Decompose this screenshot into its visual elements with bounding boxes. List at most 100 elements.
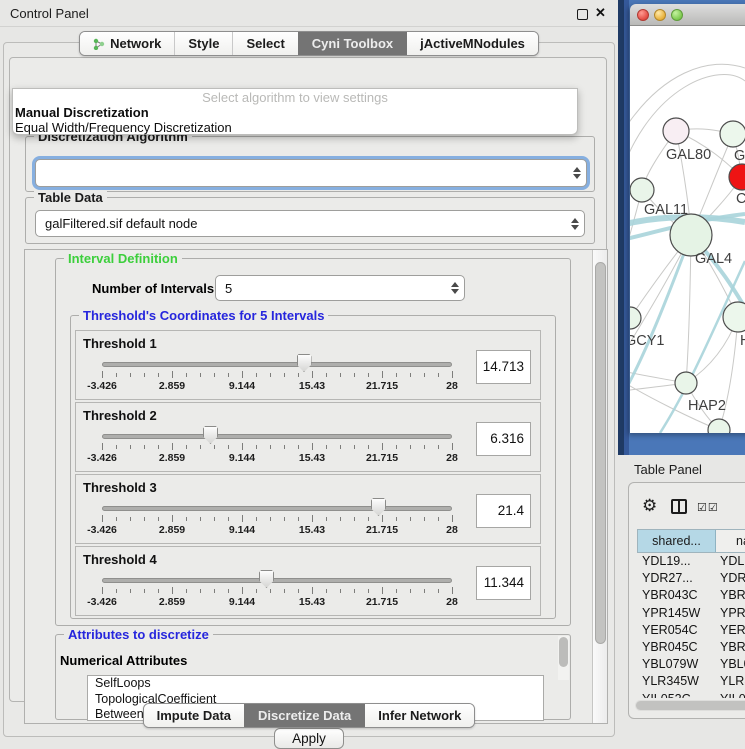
table-cell[interactable]: YPR1: [715, 605, 745, 622]
table-row[interactable]: YBR043CYBR0: [637, 587, 745, 604]
table-cell[interactable]: YLR345W: [637, 673, 715, 690]
tab-infer-network[interactable]: Infer Network: [364, 704, 474, 727]
network-node[interactable]: [670, 214, 712, 256]
table-row[interactable]: YBL079WYBL0: [637, 656, 745, 673]
network-node[interactable]: [720, 121, 745, 147]
table-cell[interactable]: YIL052C: [637, 691, 715, 699]
minimize-traffic-light-icon[interactable]: [654, 9, 666, 21]
float-icon[interactable]: [577, 9, 588, 20]
table-cell[interactable]: YER0: [715, 622, 745, 639]
table-row[interactable]: YIL052CYIL0: [637, 691, 745, 699]
table-data-value: galFiltered.sif default node: [36, 216, 566, 231]
slider-tick: [410, 373, 411, 377]
table-cell[interactable]: YBR043C: [637, 587, 715, 604]
slider-tick: [214, 445, 215, 449]
slider-tick-label: 28: [446, 380, 458, 392]
num-intervals-combobox[interactable]: 5: [215, 275, 465, 301]
gear-icon[interactable]: ⚙: [642, 496, 657, 516]
network-window-titlebar[interactable]: [630, 4, 745, 26]
network-node[interactable]: [663, 118, 689, 144]
table-cell[interactable]: YDL19...: [637, 553, 715, 570]
threshold-slider-track[interactable]: [102, 362, 452, 367]
select-columns-icon[interactable]: ☑☑: [697, 501, 719, 514]
threshold-value-field[interactable]: 6.316: [476, 422, 531, 456]
threshold-slider-thumb[interactable]: [297, 354, 312, 372]
slider-tick: [382, 587, 383, 594]
threshold-slider-thumb[interactable]: [203, 426, 218, 444]
table-cell[interactable]: YDR2: [715, 570, 745, 587]
threshold-slider-thumb[interactable]: [259, 570, 274, 588]
list-item[interactable]: SelfLoops: [88, 676, 543, 692]
column-header-shared[interactable]: shared...: [638, 530, 716, 552]
table-cell[interactable]: YBR045C: [637, 639, 715, 656]
tab-impute-data[interactable]: Impute Data: [144, 704, 244, 727]
table-cell[interactable]: YBL0: [715, 656, 745, 673]
zoom-traffic-light-icon[interactable]: [671, 9, 683, 21]
network-node[interactable]: [723, 302, 745, 332]
table-data-combobox[interactable]: galFiltered.sif default node: [35, 210, 585, 237]
table-cell[interactable]: YLR3: [715, 673, 745, 690]
tab-cyni-toolbox[interactable]: Cyni Toolbox: [298, 32, 406, 55]
network-canvas[interactable]: GAL80GCGAL11GAL4GCY1HHAP2: [630, 26, 745, 433]
threshold-slider-track[interactable]: [102, 434, 452, 439]
network-node[interactable]: [630, 178, 654, 202]
slider-tick: [256, 589, 257, 593]
stepper-down-icon: [451, 289, 459, 294]
table-row[interactable]: YBR045CYBR0: [637, 639, 745, 656]
threshold-slider-thumb[interactable]: [371, 498, 386, 516]
horizontal-scrollbar-thumb[interactable]: [636, 701, 745, 710]
tab-network[interactable]: Network: [80, 32, 174, 55]
column-header-name[interactable]: na: [716, 530, 745, 552]
table-cell[interactable]: YER054C: [637, 622, 715, 639]
tab-discretize-data[interactable]: Discretize Data: [244, 704, 364, 727]
apply-button[interactable]: Apply: [274, 728, 344, 749]
table-data-title: Table Data: [34, 190, 107, 205]
network-node[interactable]: [630, 307, 641, 329]
tab-style[interactable]: Style: [174, 32, 232, 55]
threshold-value-field[interactable]: 14.713: [476, 350, 531, 384]
bottom-tab-bar: Impute DataDiscretize DataInfer Network: [0, 703, 618, 728]
slider-tick: [326, 373, 327, 377]
network-node[interactable]: [675, 372, 697, 394]
slider-tick-label: 15.43: [299, 524, 325, 536]
vertical-scrollbar[interactable]: [592, 250, 607, 723]
table-cell[interactable]: YDR27...: [637, 570, 715, 587]
table-row[interactable]: YDR27...YDR2: [637, 570, 745, 587]
dropdown-option[interactable]: Equal Width/Frequency Discretization: [13, 120, 577, 135]
close-icon[interactable]: ✕: [595, 5, 606, 21]
slider-tick-label: 21.715: [366, 596, 398, 608]
close-traffic-light-icon[interactable]: [637, 9, 649, 21]
slider-tick: [354, 589, 355, 593]
network-node-label: GAL80: [666, 147, 711, 163]
attributes-scrollbar[interactable]: [558, 636, 569, 680]
slider-tick: [382, 515, 383, 522]
table-cell[interactable]: YPR145W: [637, 605, 715, 622]
columns-icon[interactable]: [671, 499, 687, 514]
table-cell[interactable]: YBR0: [715, 639, 745, 656]
algorithm-combobox[interactable]: [35, 159, 587, 187]
tab-select[interactable]: Select: [232, 32, 297, 55]
slider-tick: [340, 445, 341, 449]
threshold-value-field[interactable]: 21.4: [476, 494, 531, 528]
table-row[interactable]: YPR145WYPR1: [637, 605, 745, 622]
slider-tick: [200, 517, 201, 521]
table-row[interactable]: YDL19...YDL1: [637, 553, 745, 570]
table-row[interactable]: YER054CYER0: [637, 622, 745, 639]
slider-tick: [326, 589, 327, 593]
slider-tick: [396, 373, 397, 377]
slider-tick: [214, 517, 215, 521]
threshold-value-field[interactable]: 11.344: [476, 566, 531, 600]
table-cell[interactable]: YBR0: [715, 587, 745, 604]
horizontal-scrollbar[interactable]: [635, 700, 745, 711]
threshold-slider-track[interactable]: [102, 506, 452, 511]
threshold-slider-track[interactable]: [102, 578, 452, 583]
dropdown-option[interactable]: Manual Discretization: [13, 105, 577, 120]
table-cell[interactable]: YIL0: [715, 691, 745, 699]
tab-jactivemnodules[interactable]: jActiveMNodules: [406, 32, 538, 55]
slider-tick: [438, 373, 439, 377]
vertical-scrollbar-thumb[interactable]: [595, 262, 606, 644]
network-window[interactable]: GAL80GCGAL11GAL4GCY1HHAP2: [630, 4, 745, 433]
table-cell[interactable]: YDL1: [715, 553, 745, 570]
table-row[interactable]: YLR345WYLR3: [637, 673, 745, 690]
table-cell[interactable]: YBL079W: [637, 656, 715, 673]
